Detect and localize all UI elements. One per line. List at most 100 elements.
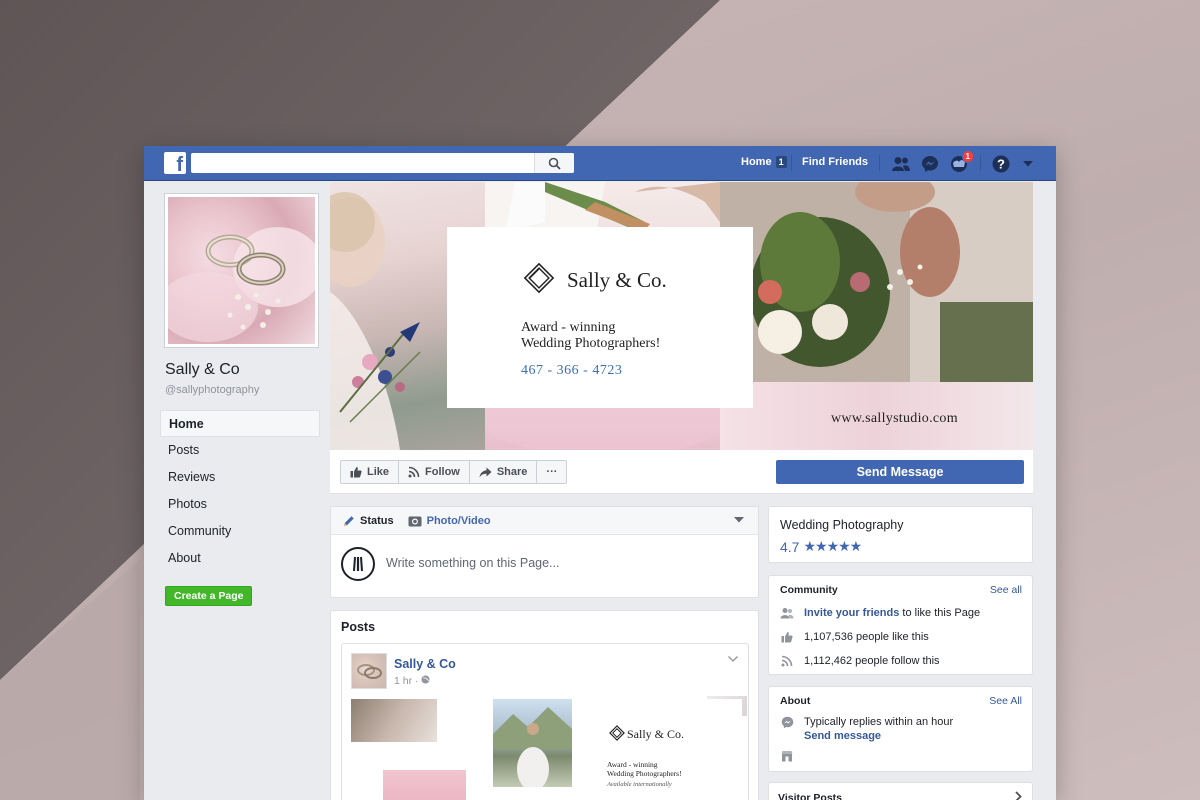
- invite-friends-row: Invite your friends to like this Page: [780, 606, 980, 620]
- chevron-right-icon[interactable]: [1015, 791, 1022, 800]
- camera-icon: [408, 516, 422, 526]
- dropdown-arrow-icon[interactable]: [1017, 153, 1039, 175]
- share-button[interactable]: Share: [468, 460, 538, 484]
- community-see-all-link[interactable]: See all: [990, 584, 1022, 596]
- composer-caret-icon[interactable]: [734, 517, 744, 523]
- rss-icon: [408, 466, 420, 478]
- cover-photo[interactable]: Sally & Co. Award - winning Wedding Phot…: [330, 182, 1033, 450]
- page-avatar: [341, 547, 375, 581]
- notification-count-badge: 1: [961, 150, 974, 163]
- post-author-avatar[interactable]: [351, 653, 387, 689]
- page-name[interactable]: Sally & Co: [165, 361, 240, 379]
- award-line-2: Wedding Photographers!: [521, 336, 661, 351]
- category-title[interactable]: Wedding Photography: [780, 518, 903, 532]
- award-text: Award - winning Wedding Photographers!: [521, 320, 721, 352]
- post-photo-hands[interactable]: [351, 699, 437, 742]
- about-card: About See All Typically replies within a…: [768, 686, 1033, 772]
- about-shop-row: [780, 749, 794, 763]
- community-title: Community: [780, 584, 838, 596]
- sidebar-item-photos[interactable]: Photos: [160, 491, 320, 518]
- sidebar-item-posts[interactable]: Posts: [160, 437, 320, 464]
- help-icon[interactable]: ?: [990, 153, 1012, 175]
- share-arrow-icon: [479, 467, 492, 477]
- notifications-icon[interactable]: 1: [948, 150, 974, 175]
- profile-picture[interactable]: [164, 193, 319, 348]
- globe-icon: [421, 675, 430, 684]
- tab-status[interactable]: Status: [343, 515, 394, 527]
- post-photo-bride-mountains[interactable]: [493, 699, 572, 791]
- sidebar-item-home[interactable]: Home: [160, 410, 320, 437]
- follows-rss-icon: [780, 654, 794, 668]
- likes-thumb-icon: [780, 630, 794, 644]
- invite-friends-link[interactable]: Invite your friends: [804, 607, 899, 619]
- composer-tabs: Status Photo/Video: [331, 507, 758, 535]
- sidebar-item-community[interactable]: Community: [160, 518, 320, 545]
- likes-count-text: 1,107,536 people like this: [804, 631, 929, 643]
- create-page-button[interactable]: Create a Page: [165, 586, 253, 606]
- about-see-all-link[interactable]: See All: [989, 695, 1022, 707]
- messenger-icon[interactable]: [919, 153, 941, 175]
- reply-time-text: Typically replies within an hour: [804, 716, 954, 728]
- nav-separator: [791, 155, 792, 171]
- like-button[interactable]: Like: [340, 460, 400, 484]
- nav-separator: [980, 155, 981, 171]
- phone-number: 467 - 366 - 4723: [521, 363, 623, 378]
- follow-label: Follow: [425, 466, 460, 478]
- brand-name: Sally & Co.: [567, 268, 667, 292]
- rating-score: 4.7: [780, 538, 800, 555]
- action-button-group: Like Follow Share ···: [340, 460, 568, 484]
- post-award-line-1: Award - winning: [607, 760, 658, 769]
- post-time-text: 1 hr ·: [394, 675, 422, 687]
- post-photo-pink[interactable]: [383, 770, 466, 800]
- post-award-line-2: Wedding Photographers!: [607, 769, 682, 778]
- search-button[interactable]: [534, 153, 574, 173]
- post-card: Sally & Co 1 hr · Sally & Co. Award - wi…: [341, 643, 749, 800]
- rating-card: Wedding Photography 4.7 ★★★★★: [768, 506, 1033, 563]
- likes-count-row: 1,107,536 people like this: [780, 630, 929, 644]
- invite-friends-text: to like this Page: [902, 607, 981, 619]
- more-options-button[interactable]: ···: [536, 460, 568, 484]
- page-handle[interactable]: @sallyphotography: [165, 384, 259, 396]
- visitor-posts-title: Visitor Posts: [778, 792, 842, 800]
- sidebar-item-about[interactable]: About: [160, 545, 320, 572]
- tab-photo-video[interactable]: Photo/Video: [408, 515, 491, 527]
- follow-button[interactable]: Follow: [398, 460, 470, 484]
- profile-photo-rings: [168, 197, 315, 344]
- nav-separator: [879, 155, 880, 171]
- brand-diamond-logo-icon: [523, 262, 555, 294]
- visitor-posts-card[interactable]: Visitor Posts: [768, 782, 1033, 800]
- shop-icon: [780, 749, 794, 763]
- search-icon: [548, 157, 561, 170]
- about-title: About: [780, 695, 811, 707]
- nav-home-link[interactable]: Home 1: [741, 156, 787, 168]
- left-navigation: Home Posts Reviews Photos Community Abou…: [160, 410, 320, 572]
- community-card: Community See all Invite your friends to…: [768, 575, 1033, 675]
- follows-count-row: 1,112,462 people follow this: [780, 654, 940, 668]
- tab-photo-video-label: Photo/Video: [426, 514, 491, 527]
- invite-friends-icon: [780, 606, 794, 620]
- rating-row[interactable]: 4.7 ★★★★★: [780, 538, 862, 555]
- posts-section: Posts Sally & Co 1 hr · Sally & Co. Awar…: [330, 610, 759, 800]
- tab-status-label: Status: [360, 514, 394, 527]
- more-options-label: ···: [546, 466, 558, 478]
- send-message-button[interactable]: Send Message: [776, 460, 1024, 484]
- thumbs-up-icon: [350, 467, 362, 478]
- sidebar-item-reviews[interactable]: Reviews: [160, 464, 320, 491]
- facebook-logo-icon[interactable]: f: [164, 152, 186, 174]
- cover-info-card: Sally & Co. Award - winning Wedding Phot…: [447, 227, 753, 408]
- about-send-message-link[interactable]: Send message: [804, 729, 953, 743]
- composer-input[interactable]: Write something on this Page...: [386, 556, 559, 570]
- post-timestamp[interactable]: 1 hr ·: [394, 675, 430, 687]
- pencil-icon: [344, 515, 354, 526]
- nav-find-friends-link[interactable]: Find Friends: [802, 156, 868, 168]
- post-options-chevron-icon[interactable]: [728, 656, 738, 662]
- reply-time-row: Typically replies within an hour Send me…: [780, 715, 953, 743]
- friend-requests-icon[interactable]: [890, 153, 912, 175]
- post-author-name[interactable]: Sally & Co: [394, 657, 456, 671]
- follows-count-text: 1,112,462 people follow this: [804, 655, 940, 667]
- top-navigation-bar: f Home 1 Find Friends 1 ?: [144, 146, 1056, 181]
- post-availability-text: Available internationally: [607, 781, 672, 788]
- messenger-small-icon: [780, 715, 794, 729]
- rating-stars-icon: ★★★★★: [803, 538, 862, 554]
- search-input[interactable]: [191, 153, 574, 173]
